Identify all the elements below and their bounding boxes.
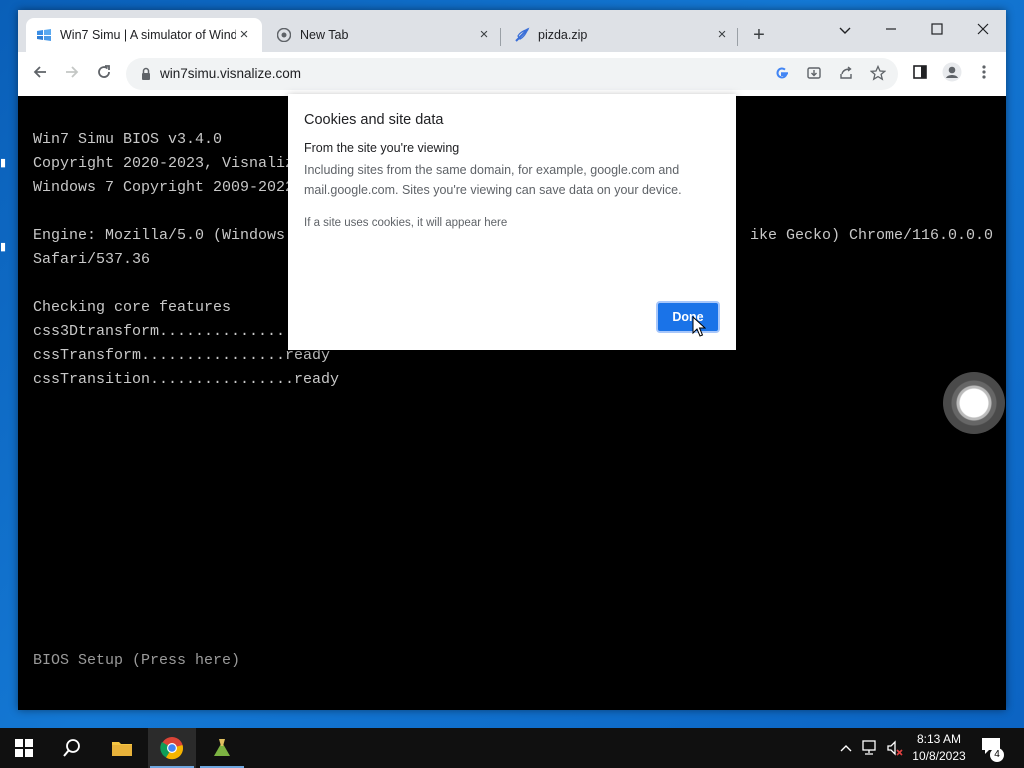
search-icon (63, 739, 80, 757)
bios-setup-link[interactable]: BIOS Setup (Press here) (33, 652, 240, 669)
reload-button[interactable] (92, 62, 116, 86)
windows-logo-icon (15, 739, 33, 757)
show-hidden-icons-button[interactable] (836, 728, 856, 768)
done-button[interactable]: Done (656, 301, 720, 333)
bookmark-star-icon[interactable] (868, 64, 888, 85)
network-button[interactable] (860, 728, 882, 768)
search-button[interactable] (48, 728, 96, 768)
arrow-left-icon (33, 66, 46, 78)
back-button[interactable] (28, 62, 52, 86)
chrome-taskbar-button[interactable] (148, 728, 196, 768)
bios-line: Win7 Simu BIOS v3.4.0 (33, 131, 223, 148)
zip-site-icon (514, 27, 530, 43)
chrome-icon (276, 27, 292, 43)
new-tab-button[interactable]: + (748, 24, 770, 46)
tab-separator (500, 28, 501, 46)
profile-button[interactable] (940, 62, 964, 86)
minimize-icon (886, 28, 896, 30)
url-text: win7simu.visnalize.com (160, 66, 302, 81)
browser-toolbar: win7simu.visnalize.com (18, 52, 1006, 97)
taskbar: 8:13 AM 10/8/2023 (0, 728, 1024, 768)
bios-line: css3Dtransform.............. (33, 323, 286, 340)
bios-line: Windows 7 Copyright 2009-2022 (33, 179, 295, 196)
arrow-right-icon (66, 66, 79, 78)
more-vert-icon (982, 65, 986, 79)
side-panel-button[interactable] (908, 62, 932, 86)
volume-muted-icon (887, 740, 903, 756)
share-icon[interactable] (836, 65, 856, 85)
bios-line: Checking core features (33, 299, 232, 316)
notification-badge: 4 (990, 748, 1004, 762)
dialog-note: If a site uses cookies, it will appear h… (304, 217, 508, 229)
address-bar[interactable]: win7simu.visnalize.com (126, 58, 898, 90)
system-clock[interactable]: 8:13 AM 10/8/2023 (904, 731, 974, 765)
maximize-icon (931, 23, 943, 35)
tab-title: pizda.zip (538, 28, 588, 42)
folder-icon (112, 742, 132, 756)
bios-line: Engine: Mozilla/5.0 (Windows (33, 227, 286, 244)
chevron-up-icon (840, 745, 852, 752)
menu-button[interactable] (972, 62, 996, 86)
reload-icon (98, 65, 110, 78)
app-taskbar-button[interactable] (198, 728, 246, 768)
tab-title: Win7 Simu | A simulator of Windows 7 (60, 28, 236, 42)
bios-line: cssTransform................ready (33, 347, 331, 364)
tab-new-tab[interactable]: New Tab × (266, 18, 502, 52)
bios-line-tail: ike Gecko) Chrome/116.0.0.0 (750, 227, 994, 244)
clock-date: 10/8/2023 (912, 749, 966, 763)
desktop-icon-fragment: ▮ (0, 157, 7, 169)
chevron-down-icon (839, 27, 851, 34)
dialog-subtitle: From the site you're viewing (304, 141, 460, 155)
tab-separator (737, 28, 738, 46)
close-tab-icon[interactable]: × (476, 27, 492, 43)
tab-search-button[interactable] (822, 16, 868, 46)
avatar-icon (942, 62, 962, 82)
floating-touch-button[interactable] (943, 372, 1005, 434)
close-tab-icon[interactable]: × (714, 27, 730, 43)
lock-icon[interactable] (138, 66, 154, 82)
file-explorer-button[interactable] (98, 728, 146, 768)
close-window-button[interactable] (960, 16, 1006, 46)
app-icon (214, 739, 230, 756)
cookies-dialog: Cookies and site data From the site you'… (288, 94, 736, 350)
forward-button[interactable] (60, 62, 84, 86)
minimize-button[interactable] (868, 16, 914, 46)
network-icon (862, 740, 876, 755)
tab-title: New Tab (300, 28, 349, 42)
dialog-title: Cookies and site data (304, 112, 444, 128)
clock-time: 8:13 AM (916, 732, 962, 746)
google-icon[interactable] (772, 65, 792, 85)
bios-line: Safari/537.36 (33, 251, 151, 268)
start-button[interactable] (0, 728, 48, 768)
chrome-icon (160, 737, 184, 760)
mouse-cursor-icon (692, 316, 706, 337)
tab-pizda-zip[interactable]: pizda.zip × (504, 18, 740, 52)
dialog-description: Including sites from the same domain, fo… (304, 163, 682, 197)
maximize-button[interactable] (914, 16, 960, 46)
desktop-icon-fragment: ▮ (0, 241, 7, 253)
bios-line: cssTransition................ready (33, 371, 340, 388)
close-tab-icon[interactable]: × (236, 27, 252, 43)
side-panel-icon (913, 65, 927, 79)
bios-line: Copyright 2020-2023, Visnalize (33, 155, 304, 172)
win7simu-icon (36, 27, 52, 43)
volume-button[interactable] (884, 728, 906, 768)
close-icon (977, 23, 989, 35)
tab-strip: Win7 Simu | A simulator of Windows 7 × N… (18, 10, 1006, 52)
tab-win7simu[interactable]: Win7 Simu | A simulator of Windows 7 × (26, 18, 262, 52)
install-app-icon[interactable] (804, 65, 824, 85)
